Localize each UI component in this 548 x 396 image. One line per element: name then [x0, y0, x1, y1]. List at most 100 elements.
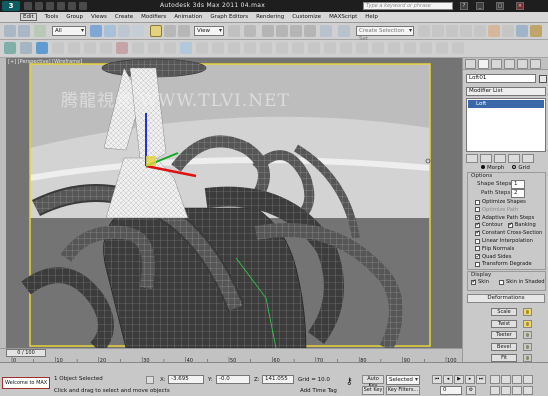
menu-group[interactable]: Group [66, 14, 83, 20]
render-production-icon[interactable] [530, 25, 542, 37]
zoom-extents-all-icon[interactable] [523, 375, 533, 384]
menu-modifiers[interactable]: Modifiers [141, 14, 166, 20]
goto-start-icon[interactable]: ⏮ [432, 375, 442, 384]
lock-selection-icon[interactable] [146, 376, 154, 384]
create-light-icon[interactable] [116, 42, 128, 54]
skin-in-shaded-check[interactable] [499, 279, 504, 285]
key-mode-dropdown[interactable]: Selected [386, 375, 420, 385]
menu-rendering[interactable]: Rendering [256, 14, 284, 20]
save-file-icon[interactable] [46, 2, 54, 10]
next-frame-icon[interactable]: ▸ [465, 375, 475, 384]
y-coordinate-field[interactable]: -0.0 [216, 375, 250, 384]
rectangular-selection-icon[interactable] [118, 25, 130, 37]
add-time-tag[interactable]: Add Time Tag [300, 388, 337, 394]
graphite-modeling-icon[interactable] [446, 25, 458, 37]
aec-icon[interactable] [356, 42, 368, 54]
option-checkbox[interactable]: Optimize Shapes [475, 199, 526, 205]
deformation-toggle-bulb-icon[interactable] [523, 342, 532, 351]
checkbox-box[interactable] [475, 238, 480, 244]
zoom-all-icon[interactable] [501, 375, 511, 384]
angle-snap-icon[interactable] [276, 25, 288, 37]
particles-icon[interactable] [228, 42, 240, 54]
menu-customize[interactable]: Customize [292, 14, 321, 20]
reactor-icon[interactable] [436, 42, 448, 54]
checkbox-box[interactable] [475, 214, 481, 221]
key-icon[interactable]: ⚷ [346, 377, 358, 387]
auto-key-button[interactable]: Auto Key [362, 375, 384, 389]
modifier-list-dropdown[interactable]: Modifier List [466, 87, 546, 96]
nurbs-icon[interactable] [260, 42, 272, 54]
app-menu-button[interactable]: 3 [2, 1, 20, 11]
deformation-toggle-bulb-icon[interactable] [523, 308, 532, 316]
option-checkbox[interactable]: Contour Banking [475, 221, 536, 228]
utilities-tab-icon[interactable] [530, 59, 541, 69]
set-key-button[interactable]: Set Key [362, 386, 384, 395]
stairs-icon[interactable] [340, 42, 352, 54]
orbit-icon[interactable] [512, 386, 522, 395]
hierarchy-tab-icon[interactable] [491, 59, 502, 69]
deformations-rollout[interactable]: Deformations [467, 294, 545, 303]
menu-animation[interactable]: Animation [174, 14, 202, 20]
deformation-button[interactable]: Teeter [491, 331, 517, 339]
shape-steps-spinner[interactable]: 1 [511, 180, 525, 189]
layer-manager-icon[interactable] [432, 25, 444, 37]
open-file-icon[interactable] [35, 2, 43, 10]
maximize-viewport-icon[interactable] [523, 386, 533, 395]
redo-icon[interactable] [18, 25, 30, 37]
named-selection-dropdown[interactable]: Create Selection Set [356, 26, 414, 42]
edit-named-selection-icon[interactable] [320, 25, 332, 37]
skin-check[interactable] [471, 278, 477, 285]
menu-help[interactable]: Help [365, 14, 378, 20]
menu-tools[interactable]: Tools [45, 14, 59, 20]
banking-checkbox[interactable] [507, 221, 513, 228]
zoom-icon[interactable] [490, 375, 500, 384]
z-coordinate-field[interactable]: 141.055 [262, 375, 294, 384]
pin-stack-icon[interactable] [466, 154, 478, 163]
maxscript-listener[interactable]: Welcome to MAX [2, 377, 50, 389]
pivot-center-icon[interactable] [228, 25, 240, 37]
bones-icon[interactable] [372, 42, 384, 54]
select-and-rotate-icon[interactable] [164, 25, 176, 37]
make-unique-icon[interactable] [494, 154, 506, 163]
configure-sets-icon[interactable] [522, 154, 534, 163]
mirror-icon[interactable] [338, 25, 350, 37]
select-and-scale-icon[interactable] [178, 25, 190, 37]
show-end-result-icon[interactable] [480, 154, 492, 163]
create-spacewarp-icon[interactable] [164, 42, 176, 54]
create-tab-icon[interactable] [465, 59, 476, 69]
dynamics-icon[interactable] [276, 42, 288, 54]
display-tab-icon[interactable] [517, 59, 528, 69]
morph-radio[interactable]: Morph [481, 165, 504, 171]
close-button[interactable]: × [516, 2, 524, 10]
create-plane-icon[interactable] [100, 42, 112, 54]
reference-coordinate-dropdown[interactable]: View [194, 26, 224, 36]
deformation-button[interactable]: Scale [491, 308, 517, 316]
create-box-icon[interactable] [52, 42, 64, 54]
current-frame-field[interactable]: 0 [440, 386, 462, 395]
skin-in-shaded-checkbox[interactable]: Skin in Shaded [499, 279, 545, 285]
checkbox-box[interactable] [475, 229, 481, 236]
help-icon[interactable]: ? [460, 2, 468, 10]
deformation-button[interactable]: Bevel [491, 342, 517, 351]
remove-modifier-icon[interactable] [508, 154, 520, 163]
modify-tab-icon[interactable] [478, 59, 489, 69]
align-icon[interactable] [418, 25, 430, 37]
menu-maxscript[interactable]: MAXScript [329, 14, 357, 20]
cloth-icon[interactable] [420, 42, 432, 54]
graphite-toggle-icon[interactable] [4, 42, 16, 54]
option-checkbox[interactable]: Constant Cross-Section [475, 229, 542, 236]
deformation-toggle-bulb-icon[interactable] [523, 319, 532, 328]
deformation-toggle-bulb-icon[interactable] [523, 354, 532, 362]
create-camera-icon[interactable] [132, 42, 144, 54]
play-icon[interactable]: ▶ [454, 375, 464, 384]
menu-create[interactable]: Create [115, 14, 133, 20]
maximize-button[interactable]: □ [496, 2, 504, 10]
x-coordinate-field[interactable]: -3.695 [168, 375, 204, 384]
viewport-label-menu[interactable]: [+] [Perspective] [Wireframe] [8, 59, 82, 65]
key-filters-button[interactable]: Key Filters... [386, 386, 420, 395]
option-checkbox[interactable]: Quad Sides [475, 253, 511, 260]
create-shape-icon[interactable] [180, 42, 192, 54]
redo-icon[interactable] [68, 2, 76, 10]
motion-tab-icon[interactable] [504, 59, 515, 69]
object-paint-icon[interactable] [20, 42, 32, 54]
